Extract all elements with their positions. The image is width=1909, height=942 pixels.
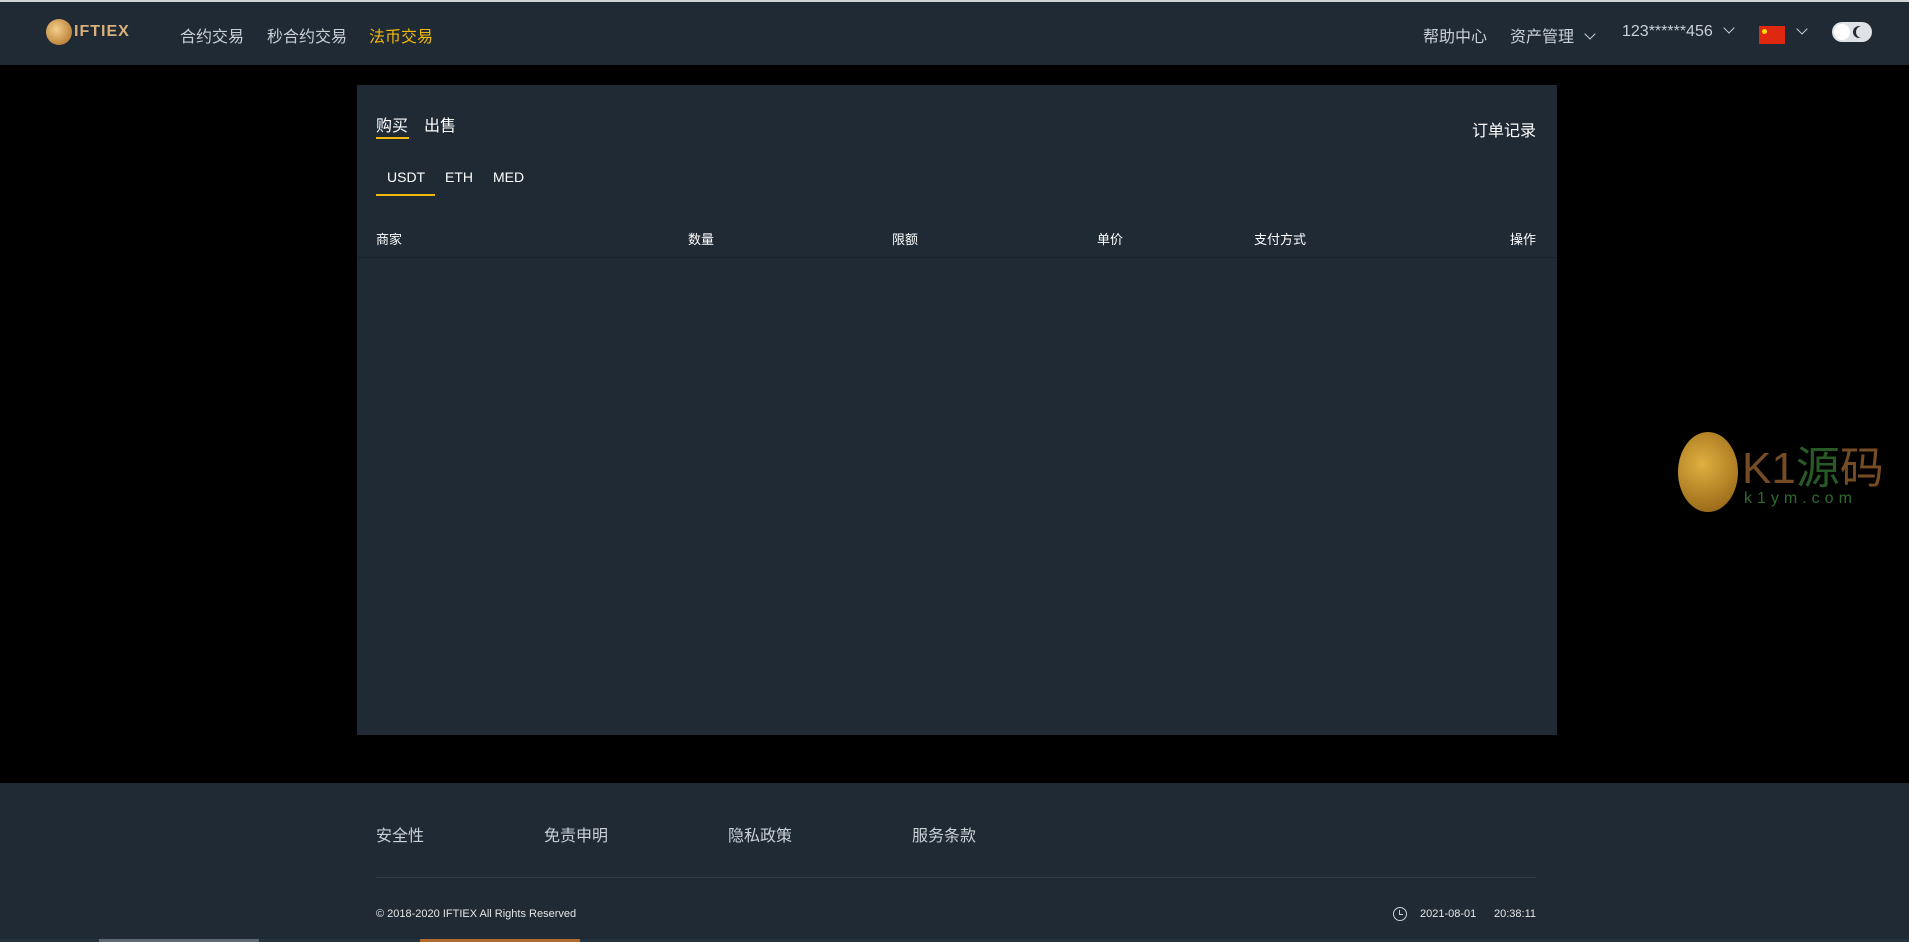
tab-buy-underline — [376, 137, 409, 139]
column-payment: 支付方式 — [1254, 232, 1307, 247]
moon-icon — [1856, 26, 1868, 38]
column-price: 单价 — [1097, 232, 1124, 247]
order-records-link[interactable]: 订单记录 — [1472, 117, 1536, 141]
tab-buy[interactable]: 购买 — [376, 112, 408, 136]
help-center-link[interactable]: 帮助中心 — [1423, 23, 1487, 47]
footer-divider — [376, 877, 1536, 878]
column-limit: 限额 — [892, 232, 919, 247]
table-header-divider — [357, 257, 1557, 258]
chevron-down-icon — [1723, 22, 1735, 34]
column-merchant: 商家 — [376, 232, 403, 247]
coin-tab-usdt[interactable]: USDT — [387, 169, 425, 185]
assets-menu[interactable]: 资产管理 — [1510, 23, 1596, 47]
assets-label: 资产管理 — [1510, 29, 1575, 46]
language-dropdown[interactable] — [1786, 23, 1808, 42]
china-flag-icon[interactable] — [1759, 26, 1785, 44]
column-quantity: 数量 — [688, 232, 715, 247]
nav-contract[interactable]: 合约交易 — [180, 23, 244, 47]
clock-icon — [1393, 907, 1407, 921]
nav-fiat[interactable]: 法币交易 — [369, 23, 433, 47]
coin-tab-underline — [376, 194, 435, 196]
coin-tab-med[interactable]: MED — [493, 169, 524, 185]
footer-date: 2021-08-01 — [1420, 908, 1477, 920]
fiat-trade-panel — [357, 85, 1557, 735]
watermark-logo: K1源码 k1ym.com — [1678, 432, 1884, 512]
footer-time: 20:38:11 — [1493, 908, 1536, 920]
logo-icon — [46, 19, 72, 45]
theme-toggle[interactable] — [1832, 22, 1872, 42]
tab-sell[interactable]: 出售 — [424, 112, 456, 136]
footer-link-security[interactable]: 安全性 — [376, 822, 424, 846]
logo-text: IFTIEX — [74, 23, 130, 40]
coin-tab-eth[interactable]: ETH — [445, 169, 473, 185]
user-menu[interactable]: 123******456 — [1622, 22, 1735, 41]
chevron-down-icon — [1796, 23, 1808, 35]
watermark-icon — [1678, 432, 1738, 512]
logo[interactable]: IFTIEX — [46, 18, 130, 46]
footer-link-disclaimer[interactable]: 免责申明 — [544, 822, 608, 846]
toggle-knob — [1834, 24, 1850, 40]
footer — [0, 783, 1909, 942]
chevron-down-icon — [1584, 28, 1596, 40]
watermark-url: k1ym.com — [1744, 490, 1857, 507]
footer-link-terms[interactable]: 服务条款 — [912, 822, 976, 846]
nav-second-contract[interactable]: 秒合约交易 — [267, 23, 347, 47]
footer-link-privacy[interactable]: 隐私政策 — [728, 822, 792, 846]
copyright: © 2018-2020 IFTIEX All Rights Reserved — [376, 908, 577, 920]
watermark-text: K1源码 — [1742, 444, 1884, 493]
user-label: 123******456 — [1622, 23, 1713, 40]
column-action: 操作 — [1509, 232, 1536, 247]
